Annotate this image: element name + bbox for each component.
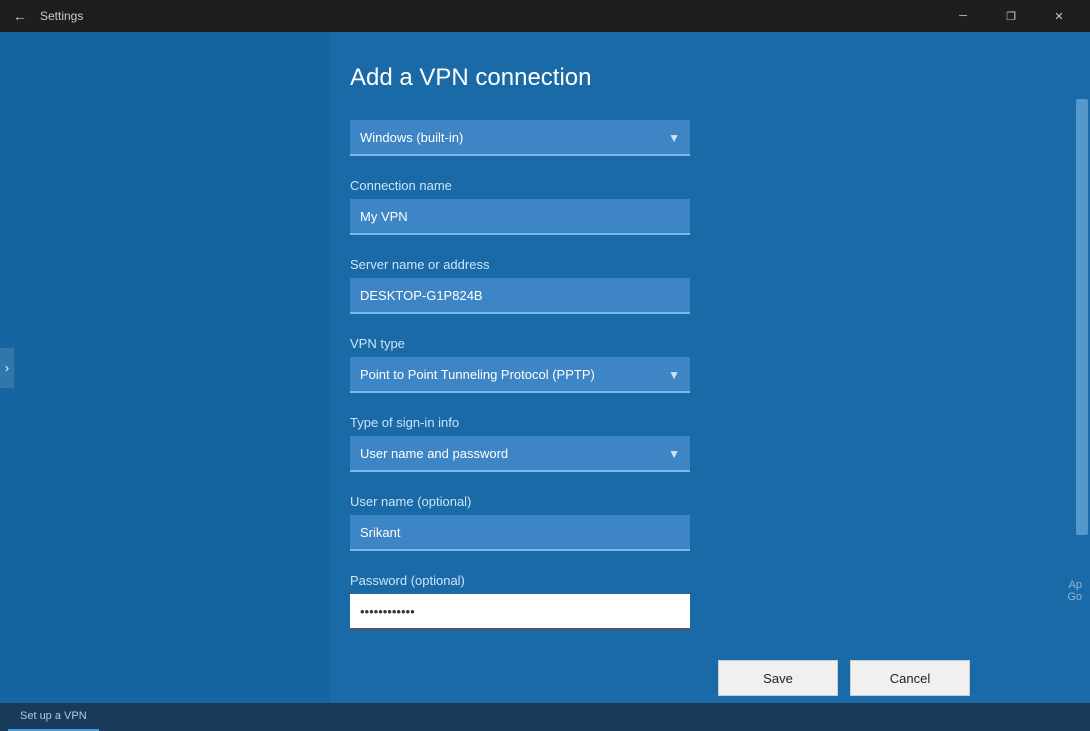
right-text-line1: Ap [1067, 579, 1082, 591]
right-text-line2: Go [1067, 591, 1082, 603]
window-title: Settings [40, 9, 83, 23]
main-area: › Add a VPN connection Windows (built-in… [0, 32, 1090, 703]
window-controls: ─ ❐ ✕ [940, 0, 1082, 32]
restore-button[interactable]: ❐ [988, 0, 1034, 32]
signin-type-select[interactable]: User name and password Certificate One-t… [350, 436, 690, 472]
connection-name-input[interactable] [350, 199, 690, 235]
signin-type-select-wrapper: User name and password Certificate One-t… [350, 436, 690, 472]
save-button[interactable]: Save [718, 660, 838, 696]
server-name-group: Server name or address [350, 257, 1030, 314]
content-area: Add a VPN connection Windows (built-in) … [330, 32, 1090, 703]
vpn-type-select[interactable]: Automatic Point to Point Tunneling Proto… [350, 357, 690, 393]
signin-type-label: Type of sign-in info [350, 415, 1030, 430]
page-title: Add a VPN connection [350, 64, 1030, 92]
sidebar-strip: › [0, 32, 330, 703]
server-name-label: Server name or address [350, 257, 1030, 272]
vpn-type-label: VPN type [350, 336, 1030, 351]
connection-name-label: Connection name [350, 178, 1030, 193]
vpn-type-select-wrapper: Automatic Point to Point Tunneling Proto… [350, 357, 690, 393]
taskbar-item-vpn[interactable]: Set up a VPN [8, 703, 99, 731]
cancel-button[interactable]: Cancel [850, 660, 970, 696]
left-edge-arrow: › [0, 348, 14, 388]
back-button[interactable]: ← [8, 4, 32, 28]
username-group: User name (optional) [350, 494, 1030, 551]
minimize-button[interactable]: ─ [940, 0, 986, 32]
right-sidebar-text: Ap Go [1067, 579, 1082, 603]
back-icon: ← [13, 8, 27, 24]
username-input[interactable] [350, 515, 690, 551]
username-label: User name (optional) [350, 494, 1030, 509]
password-input[interactable] [350, 594, 690, 630]
title-bar: ← Settings ─ ❐ ✕ [0, 0, 1090, 32]
right-panel: Add a VPN connection Windows (built-in) … [330, 32, 1090, 703]
server-name-input[interactable] [350, 278, 690, 314]
button-row: Save Cancel [350, 660, 1030, 696]
provider-field-group: Windows (built-in) ▼ [350, 120, 1030, 156]
connection-name-group: Connection name [350, 178, 1030, 235]
vpn-type-group: VPN type Automatic Point to Point Tunnel… [350, 336, 1030, 393]
provider-select-wrapper: Windows (built-in) ▼ [350, 120, 690, 156]
close-button[interactable]: ✕ [1036, 0, 1082, 32]
signin-type-group: Type of sign-in info User name and passw… [350, 415, 1030, 472]
provider-select[interactable]: Windows (built-in) [350, 120, 690, 156]
password-group: Password (optional) [350, 573, 1030, 630]
password-label: Password (optional) [350, 573, 1030, 588]
taskbar: Set up a VPN [0, 703, 1090, 731]
